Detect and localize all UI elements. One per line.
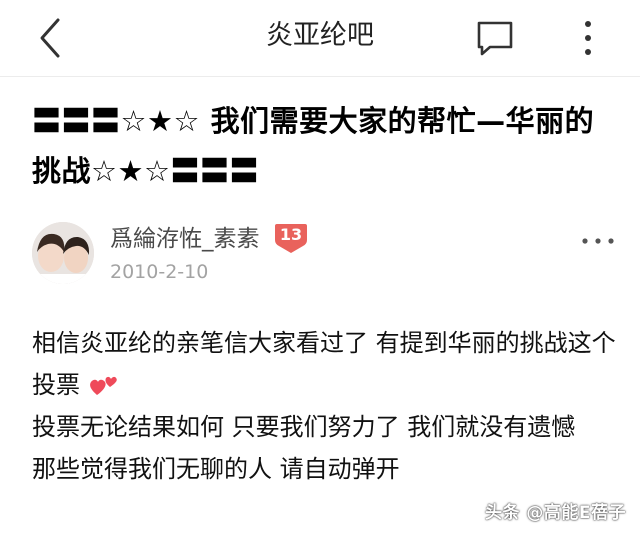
level-number: 13: [279, 225, 303, 244]
author-row: 爲綸洊恠_素素 13 2010-2-10: [32, 218, 622, 288]
level-badge: 13: [274, 222, 308, 254]
post-title: 〓〓〓☆★☆ 我们需要大家的帮忙—华丽的挑战☆★☆〓〓〓: [32, 104, 595, 188]
watermark: 头条 @高能E蓓子: [484, 503, 626, 523]
content-paragraph: 那些觉得我们无聊的人 请自动弹开: [32, 455, 400, 483]
avatar[interactable]: [32, 222, 94, 284]
content-paragraph: 相信炎亚纶的亲笔信大家看过了 有提到华丽的挑战这个投票: [32, 329, 616, 399]
comment-bubble-icon[interactable]: [476, 20, 514, 58]
author-name[interactable]: 爲綸洊恠_素素: [110, 224, 260, 254]
post-date: 2010-2-10: [110, 261, 209, 283]
top-navigation-bar: 炎亚纶吧: [0, 0, 640, 77]
page-title: 炎亚纶吧: [266, 20, 374, 51]
content-paragraph: 投票无论结果如何 只要我们努力了 我们就没有遗憾: [32, 413, 576, 441]
post-content: 相信炎亚纶的亲笔信大家看过了 有提到华丽的挑战这个投票 投票无论结果如何 只要我…: [32, 322, 624, 490]
horizontal-dots-icon[interactable]: [580, 236, 616, 246]
hearts-emoji-icon: [90, 376, 117, 395]
vertical-dots-icon[interactable]: [576, 18, 600, 58]
